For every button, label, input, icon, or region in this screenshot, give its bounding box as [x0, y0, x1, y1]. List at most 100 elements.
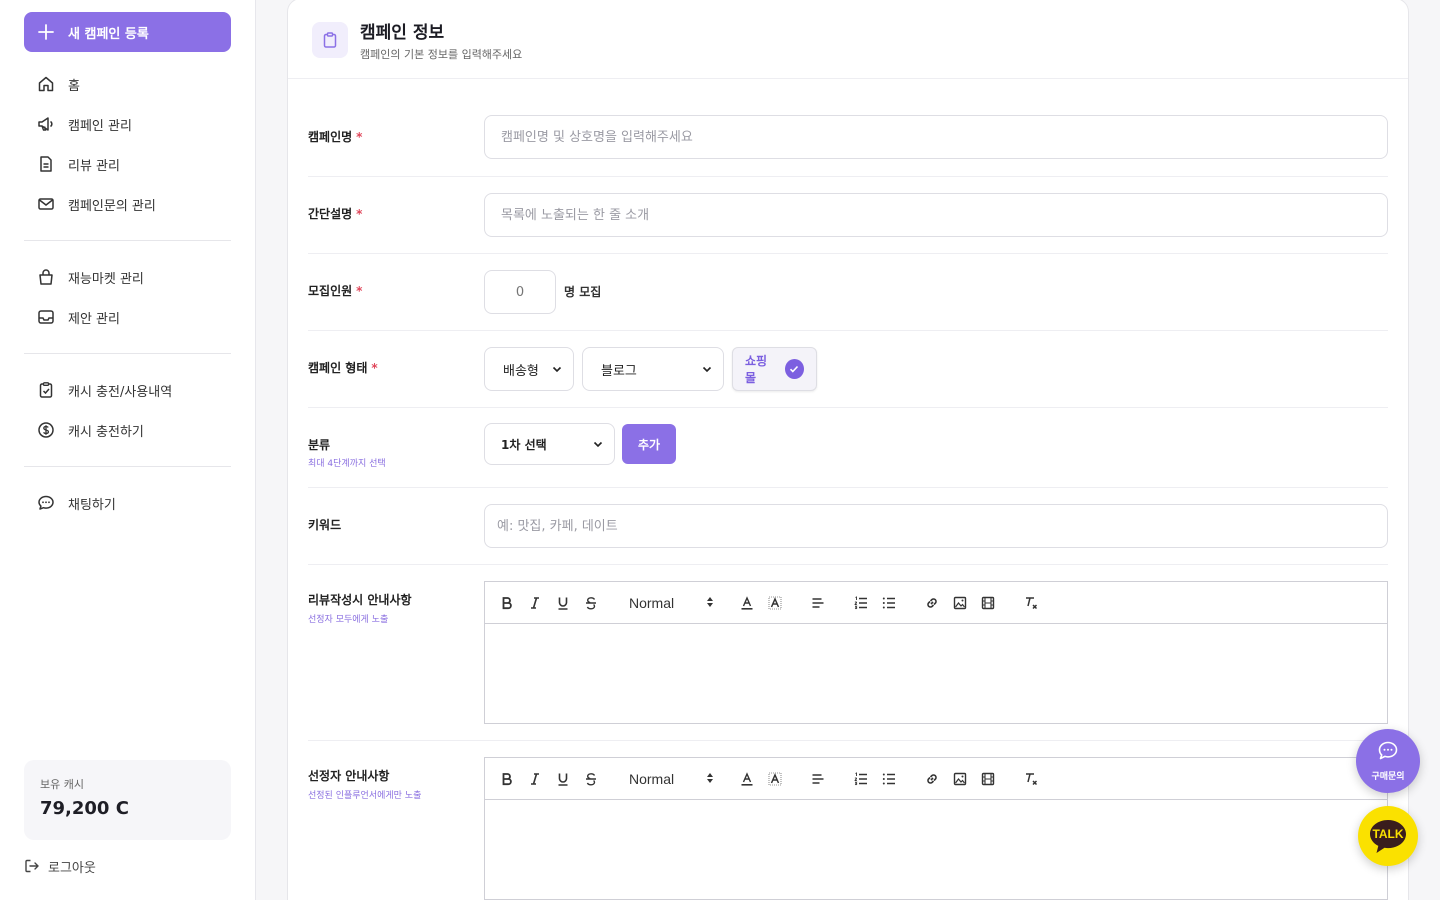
new-campaign-label: 새 캠페인 등록 — [68, 26, 149, 42]
mail-icon — [36, 194, 56, 214]
align-icon[interactable] — [808, 593, 828, 613]
sidebar-divider — [24, 240, 231, 241]
bullet-list-icon[interactable] — [879, 769, 899, 789]
chevron-down-icon — [701, 363, 713, 375]
underline-icon[interactable] — [553, 769, 573, 789]
campaign-type-row: 캠페인 형태 * 배송형 블로그 쇼핑몰 — [308, 331, 1388, 408]
clear-format-icon[interactable] — [1021, 593, 1041, 613]
shopping-bag-icon — [36, 267, 56, 287]
campaign-name-label: 캠페인명 * — [308, 130, 363, 144]
add-category-button[interactable]: 추가 — [622, 424, 676, 464]
card-header: 캠페인 정보 캠페인의 기본 정보를 입력해주세요 — [288, 0, 1408, 79]
strikethrough-icon[interactable] — [581, 769, 601, 789]
sidebar-item-proposals[interactable]: 제안 관리 — [24, 299, 231, 335]
bold-icon[interactable] — [497, 593, 517, 613]
kakao-talk-button[interactable]: TALK — [1358, 806, 1418, 866]
sidebar-item-cash-charge[interactable]: 캐시 충전하기 — [24, 412, 231, 448]
selected-guide-label: 선정자 안내사항 — [308, 769, 390, 783]
campaign-type-label: 캠페인 형태 * — [308, 361, 378, 375]
category-level1-select[interactable]: 1차 선택 — [484, 423, 615, 465]
campaign-name-input[interactable] — [484, 115, 1388, 159]
required-mark: * — [356, 207, 363, 221]
delivery-type-value: 배송형 — [503, 363, 539, 379]
italic-icon[interactable] — [525, 769, 545, 789]
background-color-icon[interactable] — [765, 593, 785, 613]
kakao-talk-icon: TALK — [1370, 820, 1406, 853]
ordered-list-icon[interactable] — [851, 593, 871, 613]
font-size-value: Normal — [629, 595, 675, 611]
category-sublabel: 최대 4단계까지 선택 — [308, 459, 386, 469]
sidebar-item-home[interactable]: 홈 — [24, 66, 231, 102]
chat-icon — [1377, 740, 1399, 765]
required-mark: * — [371, 361, 378, 375]
updown-arrows-icon — [705, 771, 715, 788]
dollar-circle-icon — [36, 420, 56, 440]
font-size-select[interactable]: Normal — [629, 769, 715, 789]
selected-guide-sublabel: 선정된 인플루언서에게만 노출 — [308, 791, 422, 801]
bullet-list-icon[interactable] — [879, 593, 899, 613]
keyword-input[interactable] — [484, 504, 1388, 548]
sidebar-item-label: 캠페인 관리 — [68, 118, 132, 134]
keyword-row: 키워드 — [308, 488, 1388, 565]
logout-label: 로그아웃 — [48, 860, 96, 876]
check-icon — [784, 359, 804, 379]
clipboard-icon — [312, 22, 348, 58]
sidebar-item-chat[interactable]: 채팅하기 — [24, 485, 231, 521]
editor-toolbar: Normal — [485, 758, 1387, 800]
video-icon[interactable] — [978, 593, 998, 613]
link-icon[interactable] — [922, 769, 942, 789]
text-color-icon[interactable] — [737, 769, 757, 789]
sidebar-item-label: 리뷰 관리 — [68, 158, 120, 174]
sidebar-item-campaigns[interactable]: 캠페인 관리 — [24, 106, 231, 142]
clear-format-icon[interactable] — [1021, 769, 1041, 789]
channel-type-select[interactable]: 블로그 — [582, 347, 724, 391]
strikethrough-icon[interactable] — [581, 593, 601, 613]
sidebar-item-reviews[interactable]: 리뷰 관리 — [24, 146, 231, 182]
logout-button[interactable]: 로그아웃 — [24, 852, 96, 880]
video-icon[interactable] — [978, 769, 998, 789]
purchase-inquiry-button[interactable]: 구매문의 — [1356, 729, 1420, 793]
sidebar-item-cash-history[interactable]: 캐시 충전/사용내역 — [24, 372, 231, 408]
keyword-label: 키워드 — [308, 518, 342, 532]
image-icon[interactable] — [950, 593, 970, 613]
review-guide-row: 리뷰작성시 안내사항 선정자 모두에게 노출 Normal — [308, 565, 1388, 741]
sidebar-item-label: 재능마켓 관리 — [68, 271, 144, 287]
sidebar-divider — [24, 466, 231, 467]
selected-guide-editor[interactable]: Normal — [484, 757, 1388, 900]
italic-icon[interactable] — [525, 593, 545, 613]
kakao-talk-label: TALK — [1372, 827, 1403, 841]
sidebar-item-inquiries[interactable]: 캠페인문의 관리 — [24, 186, 231, 222]
short-desc-input[interactable] — [484, 193, 1388, 237]
category-row: 분류 최대 4단계까지 선택 1차 선택 추가 — [308, 408, 1388, 488]
sidebar-item-talent-market[interactable]: 재능마켓 관리 — [24, 259, 231, 295]
sidebar-item-label: 채팅하기 — [68, 497, 116, 513]
font-size-select[interactable]: Normal — [629, 593, 715, 613]
sidebar-item-label: 캠페인문의 관리 — [68, 198, 156, 214]
review-guide-editor[interactable]: Normal — [484, 581, 1388, 724]
category-label: 분류 — [308, 438, 331, 452]
logout-icon — [24, 858, 40, 874]
chevron-down-icon — [592, 438, 604, 450]
background-color-icon[interactable] — [765, 769, 785, 789]
link-icon[interactable] — [922, 593, 942, 613]
new-campaign-button[interactable]: 새 캠페인 등록 — [24, 12, 231, 52]
recruit-label: 모집인원 * — [308, 284, 363, 298]
cash-balance-box: 보유 캐시 79,200 C — [24, 760, 231, 840]
underline-icon[interactable] — [553, 593, 573, 613]
channel-type-value: 블로그 — [601, 363, 637, 379]
category-level1-value: 1차 선택 — [501, 437, 547, 452]
recruit-count-input[interactable] — [484, 270, 556, 314]
delivery-type-select[interactable]: 배송형 — [484, 347, 574, 391]
chevron-down-icon — [551, 363, 563, 375]
ordered-list-icon[interactable] — [851, 769, 871, 789]
document-icon — [36, 154, 56, 174]
image-icon[interactable] — [950, 769, 970, 789]
card-title: 캠페인 정보 — [360, 23, 445, 43]
align-icon[interactable] — [808, 769, 828, 789]
text-color-icon[interactable] — [737, 593, 757, 613]
selected-guide-row: 선정자 안내사항 선정된 인플루언서에게만 노출 Normal — [308, 741, 1388, 900]
campaign-name-row: 캠페인명 * — [308, 97, 1388, 177]
bold-icon[interactable] — [497, 769, 517, 789]
campaign-info-card: 캠페인 정보 캠페인의 기본 정보를 입력해주세요 캠페인명* 간단설명* 모집… — [287, 0, 1409, 900]
shopping-mall-chip[interactable]: 쇼핑몰 — [732, 347, 817, 391]
